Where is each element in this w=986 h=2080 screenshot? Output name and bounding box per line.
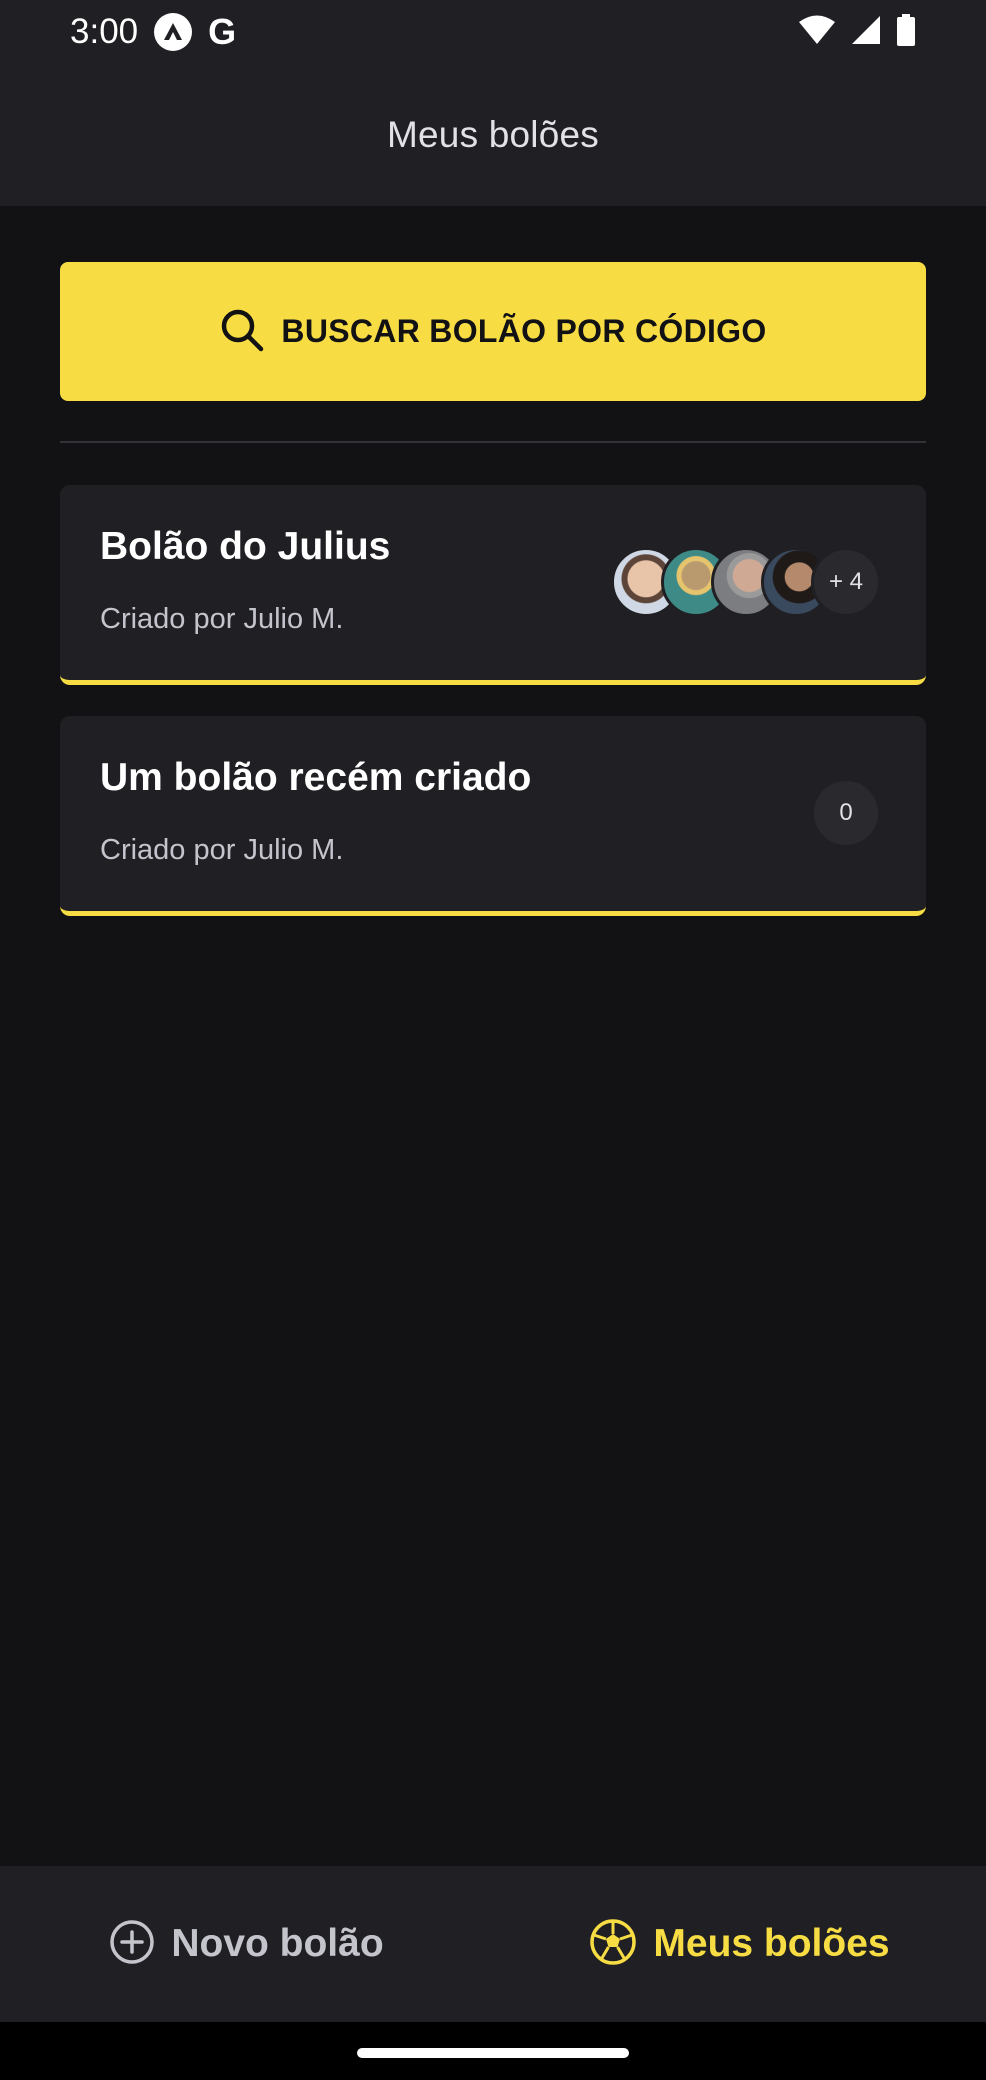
page-title: Meus bolões [387, 114, 599, 155]
search-button-label: BUSCAR BOLÃO POR CÓDIGO [281, 313, 767, 349]
tab-my-pools[interactable]: Meus bolões [493, 1866, 986, 2022]
pool-title: Um bolão recém criado [100, 756, 532, 799]
battery-icon [896, 13, 916, 51]
status-bar: 3:00 G [0, 0, 986, 64]
participants-avatars: 0 [811, 778, 881, 848]
pool-card[interactable]: Bolão do Julius Criado por Julio M. + 4 [60, 485, 926, 685]
tab-my-pools-label: Meus bolões [653, 1922, 890, 1965]
status-left: 3:00 G [70, 11, 236, 53]
participants-count-badge: + 4 [811, 547, 881, 617]
plus-circle-icon [109, 1919, 155, 1970]
status-right [798, 13, 916, 51]
pool-owner: Criado por Julio M. [100, 834, 344, 866]
pool-title: Bolão do Julius [100, 525, 391, 568]
app-screen: 3:00 G Meus bolões BUSCAR BOLÃO POR CÓDI… [0, 0, 986, 2080]
google-icon: G [208, 11, 237, 52]
tab-new-pool-label: Novo bolão [171, 1922, 384, 1965]
pool-owner: Criado por Julio M. [100, 603, 344, 635]
home-indicator[interactable] [357, 2048, 629, 2058]
participants-count-badge: 0 [811, 778, 881, 848]
divider [60, 441, 926, 443]
participants-avatars: + 4 [611, 547, 881, 617]
app-notification-icon [154, 13, 193, 51]
wifi-icon [798, 15, 836, 50]
bottom-navigation: Novo bolão Meus bolões [0, 1866, 986, 2022]
app-header: Meus bolões [0, 64, 986, 206]
pool-card[interactable]: Um bolão recém criado Criado por Julio M… [60, 716, 926, 916]
soccer-ball-icon [589, 1918, 637, 1971]
tab-new-pool[interactable]: Novo bolão [0, 1866, 493, 2022]
status-time: 3:00 [70, 12, 139, 51]
signal-icon [850, 14, 882, 51]
search-icon [219, 307, 265, 356]
search-pool-by-code-button[interactable]: BUSCAR BOLÃO POR CÓDIGO [60, 262, 926, 401]
